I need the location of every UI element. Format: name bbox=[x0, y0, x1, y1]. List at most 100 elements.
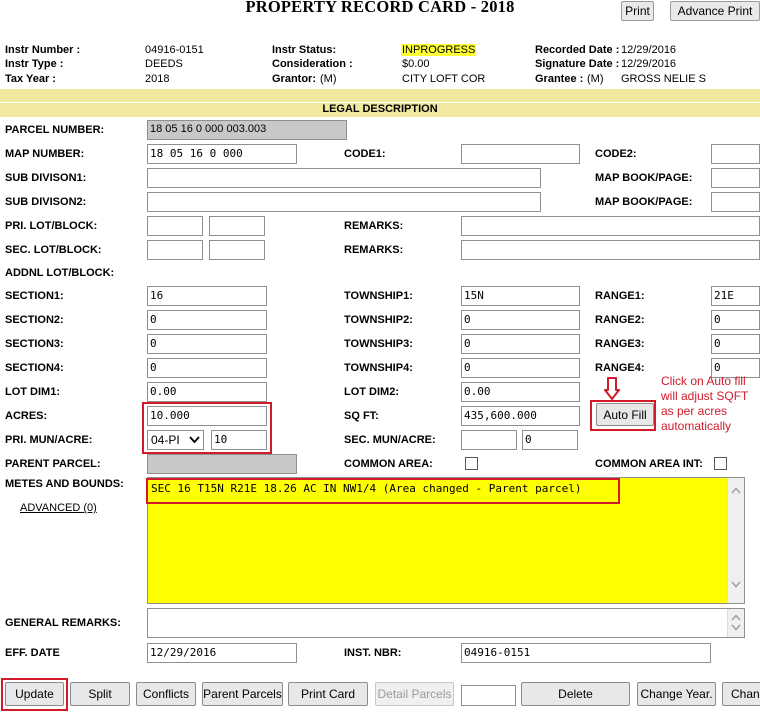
general-remarks-label: GENERAL REMARKS: bbox=[5, 617, 121, 629]
map-book-page2-field[interactable] bbox=[711, 192, 760, 212]
section1-field[interactable]: 16 bbox=[147, 286, 267, 306]
general-remarks-textarea[interactable] bbox=[147, 608, 745, 638]
chevron-up-icon[interactable] bbox=[731, 484, 741, 497]
inst-nbr-label: INST. NBR: bbox=[344, 647, 402, 659]
township1-field[interactable]: 15N bbox=[461, 286, 580, 306]
parcel-number-label: PARCEL NUMBER: bbox=[5, 124, 105, 136]
code2-field[interactable] bbox=[711, 144, 760, 164]
instr-number-label: Instr Number : bbox=[5, 44, 81, 56]
instr-type-value: DEEDS bbox=[145, 58, 183, 70]
section4-label: SECTION4: bbox=[5, 362, 64, 374]
parent-parcels-button[interactable]: Parent Parcels bbox=[202, 682, 283, 706]
township3-label: TOWNSHIP3: bbox=[344, 338, 413, 350]
code1-field[interactable] bbox=[461, 144, 580, 164]
range1-field[interactable]: 21E bbox=[711, 286, 760, 306]
township3-field[interactable]: 0 bbox=[461, 334, 580, 354]
grantee-prefix: (M) bbox=[587, 73, 604, 85]
eff-date-field[interactable]: 12/29/2016 bbox=[147, 643, 297, 663]
common-area-label: COMMON AREA: bbox=[344, 458, 433, 470]
sub-division2-field[interactable] bbox=[147, 192, 541, 212]
chevron-down-icon[interactable] bbox=[731, 578, 741, 591]
grantee-label: Grantee : bbox=[535, 73, 584, 85]
change-year-button[interactable]: Change Year. bbox=[637, 682, 716, 706]
instr-type-label: Instr Type : bbox=[5, 58, 64, 70]
change-button-partial[interactable]: Chang bbox=[722, 682, 760, 706]
acres-annotation-box bbox=[142, 402, 272, 454]
split-button[interactable]: Split bbox=[70, 682, 130, 706]
metes-and-bounds-label: METES AND BOUNDS: bbox=[5, 478, 124, 490]
township2-field[interactable]: 0 bbox=[461, 310, 580, 330]
remarks1-field[interactable] bbox=[461, 216, 760, 236]
print-button[interactable]: Print bbox=[621, 1, 654, 21]
range2-field[interactable]: 0 bbox=[711, 310, 760, 330]
remarks2-field[interactable] bbox=[461, 240, 760, 260]
chevron-down-icon[interactable] bbox=[731, 622, 741, 634]
range4-label: RANGE4: bbox=[595, 362, 645, 374]
code1-label: CODE1: bbox=[344, 148, 386, 160]
section2-label: SECTION2: bbox=[5, 314, 64, 326]
grantor-value: CITY LOFT COR bbox=[402, 73, 486, 85]
detail-parcels-button: Detail Parcels bbox=[375, 682, 454, 706]
grantor-prefix: (M) bbox=[320, 73, 337, 85]
sub-division1-label: SUB DIVISON1: bbox=[5, 172, 87, 184]
section3-label: SECTION3: bbox=[5, 338, 64, 350]
township4-field[interactable]: 0 bbox=[461, 358, 580, 378]
instr-number-value: 04916-0151 bbox=[145, 44, 204, 56]
grantee-value: GROSS NELIE S bbox=[621, 73, 706, 85]
range3-label: RANGE3: bbox=[595, 338, 645, 350]
section4-field[interactable]: 0 bbox=[147, 358, 267, 378]
addnl-lot-block-label: ADDNL LOT/BLOCK: bbox=[5, 267, 115, 279]
sq-ft-label: SQ FT: bbox=[344, 410, 379, 422]
sec-mun-field-2[interactable]: 0 bbox=[522, 430, 578, 450]
pri-block-field[interactable] bbox=[209, 216, 265, 236]
general-remarks-scrollbar[interactable] bbox=[727, 609, 744, 637]
legal-description-header: LEGAL DESCRIPTION bbox=[322, 103, 438, 115]
footer-input[interactable] bbox=[461, 685, 516, 706]
signature-date-value: 12/29/2016 bbox=[621, 58, 677, 70]
grantor-label: Grantor: bbox=[272, 73, 316, 85]
signature-date-label: Signature Date : bbox=[535, 58, 620, 70]
pri-lot-field[interactable] bbox=[147, 216, 203, 236]
range3-field[interactable]: 0 bbox=[711, 334, 760, 354]
delete-button[interactable]: Delete bbox=[521, 682, 630, 706]
lot-dim1-field[interactable]: 0.00 bbox=[147, 382, 267, 402]
recorded-date-label: Recorded Date : bbox=[535, 44, 620, 56]
tax-year-label: Tax Year : bbox=[5, 73, 56, 85]
township1-label: TOWNSHIP1: bbox=[344, 290, 413, 302]
township2-label: TOWNSHIP2: bbox=[344, 314, 413, 326]
eff-date-label: EFF. DATE bbox=[5, 647, 60, 659]
map-number-label: MAP NUMBER: bbox=[5, 148, 85, 160]
remarks2-label: REMARKS: bbox=[344, 244, 404, 256]
map-number-field[interactable]: 18 05 16 0 000 bbox=[147, 144, 297, 164]
lot-dim2-field[interactable]: 0.00 bbox=[461, 382, 580, 402]
auto-fill-annotation-box bbox=[590, 400, 656, 431]
section2-field[interactable]: 0 bbox=[147, 310, 267, 330]
consideration-label: Consideration : bbox=[272, 58, 353, 70]
remarks1-label: REMARKS: bbox=[344, 220, 404, 232]
map-book-page1-field[interactable] bbox=[711, 168, 760, 188]
sq-ft-field[interactable]: 435,600.000 bbox=[461, 406, 580, 426]
parcel-number-field[interactable]: 18 05 16 0 000 003.003 bbox=[147, 120, 347, 140]
sec-lot-block-label: SEC. LOT/BLOCK: bbox=[5, 244, 102, 256]
range2-label: RANGE2: bbox=[595, 314, 645, 326]
sub-division2-label: SUB DIVISON2: bbox=[5, 196, 87, 208]
inst-nbr-field[interactable]: 04916-0151 bbox=[461, 643, 711, 663]
metes-scrollbar[interactable] bbox=[727, 478, 744, 603]
common-area-int-label: COMMON AREA INT: bbox=[595, 458, 703, 470]
sec-block-field[interactable] bbox=[209, 240, 265, 260]
township4-label: TOWNSHIP4: bbox=[344, 362, 413, 374]
print-card-button[interactable]: Print Card bbox=[288, 682, 368, 706]
instr-status-badge: INPROGRESS bbox=[401, 44, 477, 56]
header-band bbox=[0, 89, 760, 102]
conflicts-button[interactable]: Conflicts bbox=[136, 682, 196, 706]
advance-print-button[interactable]: Advance Print bbox=[670, 1, 760, 21]
sec-lot-field[interactable] bbox=[147, 240, 203, 260]
sec-mun-field-1[interactable] bbox=[461, 430, 517, 450]
common-area-checkbox[interactable] bbox=[465, 457, 478, 470]
sub-division1-field[interactable] bbox=[147, 168, 541, 188]
advanced-link[interactable]: ADVANCED (0) bbox=[20, 502, 97, 514]
section3-field[interactable]: 0 bbox=[147, 334, 267, 354]
parent-parcel-field[interactable] bbox=[147, 454, 297, 474]
common-area-int-checkbox[interactable] bbox=[714, 457, 727, 470]
acres-label: ACRES: bbox=[5, 410, 48, 422]
